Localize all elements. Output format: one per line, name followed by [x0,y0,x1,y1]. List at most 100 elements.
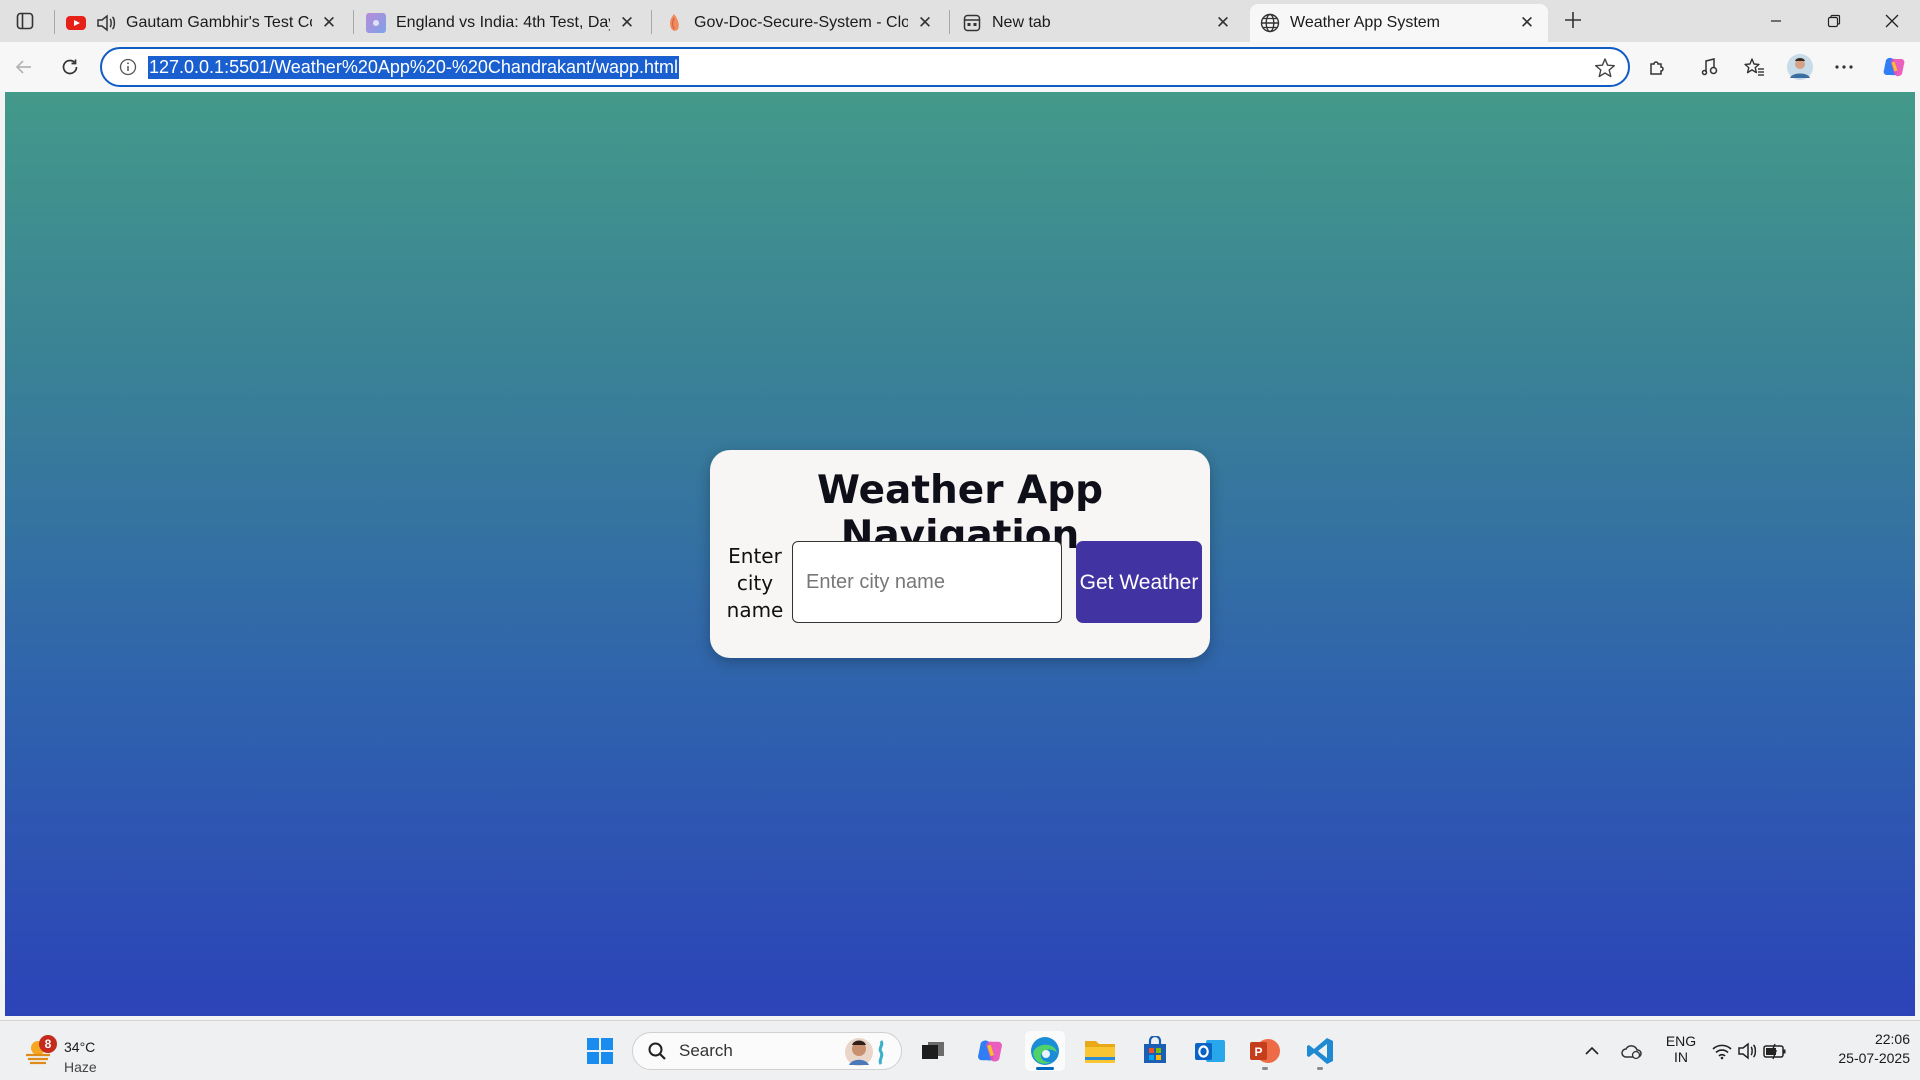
tab-separator [353,10,354,34]
copilot-taskbar-button[interactable] [970,1031,1010,1071]
page-viewport: Weather App Navigation Enter city name G… [5,92,1915,1016]
tab-title: Weather App System [1290,14,1440,31]
tab-actions-button[interactable] [8,6,42,36]
site-info-icon[interactable] [108,58,148,76]
weather-condition: Haze [64,1059,97,1075]
file-explorer-icon [1085,1041,1115,1063]
search-highlight-icon [845,1038,884,1066]
store-button[interactable] [1135,1031,1175,1071]
vscode-button[interactable] [1300,1031,1340,1071]
close-tab-icon[interactable]: ✕ [616,12,638,34]
cloud-sync-icon [1621,1045,1642,1060]
ellipsis-icon [1835,65,1853,69]
file-explorer-button[interactable] [1080,1031,1120,1071]
music-note-icon [1701,58,1718,76]
language-code: ENG [1665,1033,1697,1049]
back-arrow-icon [15,60,31,74]
restore-icon [1827,14,1841,28]
edge-icon [1031,1037,1059,1065]
powerpoint-icon: P [1250,1039,1280,1063]
copilot-icon [1883,57,1905,77]
back-button[interactable] [8,51,40,83]
running-indicator [1317,1067,1323,1070]
tab-cricket[interactable]: England vs India: 4th Test, Day 3 L ✕ [356,4,648,42]
youtube-icon [66,13,86,33]
tab-separator [949,10,950,34]
store-icon [1144,1036,1166,1063]
taskbar: 8 34°C Haze Search P ENG IN 22:06 25-07-… [0,1020,1920,1080]
start-button[interactable] [580,1031,620,1071]
clock-time: 22:06 [1874,1031,1910,1047]
extensions-button[interactable] [1642,51,1674,83]
new-tab-button[interactable] [1558,4,1588,36]
tab-title: Gautam Gambhir's Test Coac [126,14,312,31]
clock[interactable]: 22:06 25-07-2025 [1810,1031,1910,1066]
url-text[interactable]: 127.0.0.1:5501/Weather%20App%20-%20Chand… [148,55,680,79]
tab-title: New tab [992,14,1051,31]
edge-taskbar-button[interactable] [1025,1031,1065,1071]
tab-separator [54,10,55,34]
clock-date: 25-07-2025 [1838,1050,1910,1066]
quick-settings-button[interactable] [1710,1031,1788,1071]
city-label: Enter city name [726,544,784,622]
favorite-star-icon[interactable] [1594,57,1616,84]
get-weather-button[interactable]: Get Weather [1076,541,1202,623]
close-tab-icon[interactable]: ✕ [1516,12,1538,34]
puzzle-icon [1650,61,1664,75]
tab-title: Gov-Doc-Secure-System - Cloud I [694,14,908,31]
tab-weather-app[interactable]: Weather App System ✕ [1250,4,1548,42]
close-tab-icon[interactable]: ✕ [914,12,936,34]
language-indicator[interactable]: ENG IN [1662,1033,1700,1065]
close-icon [1885,14,1899,28]
restore-button[interactable] [1806,0,1862,42]
favorites-button[interactable] [1738,51,1770,83]
browser-toolbar: 127.0.0.1:5501/Weather%20App%20-%20Chand… [0,42,1920,92]
weather-widget[interactable]: 8 34°C Haze [20,1029,130,1075]
newtab-icon [962,13,982,33]
refresh-button[interactable] [54,51,86,83]
battery-charging-icon [1763,1043,1786,1060]
profile-avatar[interactable] [1784,51,1816,83]
tab-separator [651,10,652,34]
outlook-button[interactable] [1190,1031,1230,1071]
close-tab-icon[interactable]: ✕ [318,12,340,34]
region-code: IN [1674,1049,1688,1065]
address-bar[interactable]: 127.0.0.1:5501/Weather%20App%20-%20Chand… [100,47,1630,87]
running-indicator [1036,1067,1054,1070]
audio-playing-icon[interactable] [96,13,116,33]
minimize-button[interactable] [1748,0,1804,42]
close-window-button[interactable] [1864,0,1920,42]
globe-icon [1260,13,1280,33]
notification-badge: 8 [39,1035,57,1053]
chevron-up-icon [1585,1046,1599,1055]
avatar [1787,54,1813,80]
minimize-icon [1771,20,1781,22]
favorites-icon [1744,58,1764,76]
search-icon [648,1042,666,1060]
more-menu-button[interactable] [1828,51,1860,83]
taskbar-search[interactable]: Search [632,1032,902,1070]
tab-youtube[interactable]: Gautam Gambhir's Test Coac ✕ [56,4,350,42]
svg-text:P: P [1254,1045,1262,1059]
copilot-button[interactable] [1878,51,1910,83]
weather-temperature: 34°C [64,1039,96,1055]
cricket-icon [366,13,386,33]
tab-title: England vs India: 4th Test, Day 3 L [396,14,610,31]
outlook-icon [1195,1040,1225,1062]
media-button[interactable] [1694,51,1726,83]
powerpoint-button[interactable]: P [1245,1031,1285,1071]
wifi-icon [1712,1044,1732,1060]
refresh-icon [62,59,78,75]
weather-card: Weather App Navigation Enter city name G… [710,450,1210,658]
tab-new-tab[interactable]: New tab ✕ [952,4,1244,42]
show-hidden-icons-button[interactable] [1572,1031,1612,1071]
task-view-button[interactable] [913,1031,953,1071]
tab-actions-icon [16,12,34,30]
tab-strip: Gautam Gambhir's Test Coac ✕ England vs … [0,0,1920,42]
tab-cloud[interactable]: Gov-Doc-Secure-System - Cloud I ✕ [654,4,946,42]
city-input[interactable] [792,541,1062,623]
plus-icon [1565,12,1581,28]
close-tab-icon[interactable]: ✕ [1212,12,1234,34]
search-label: Search [679,1041,733,1060]
onedrive-button[interactable] [1614,1031,1650,1071]
